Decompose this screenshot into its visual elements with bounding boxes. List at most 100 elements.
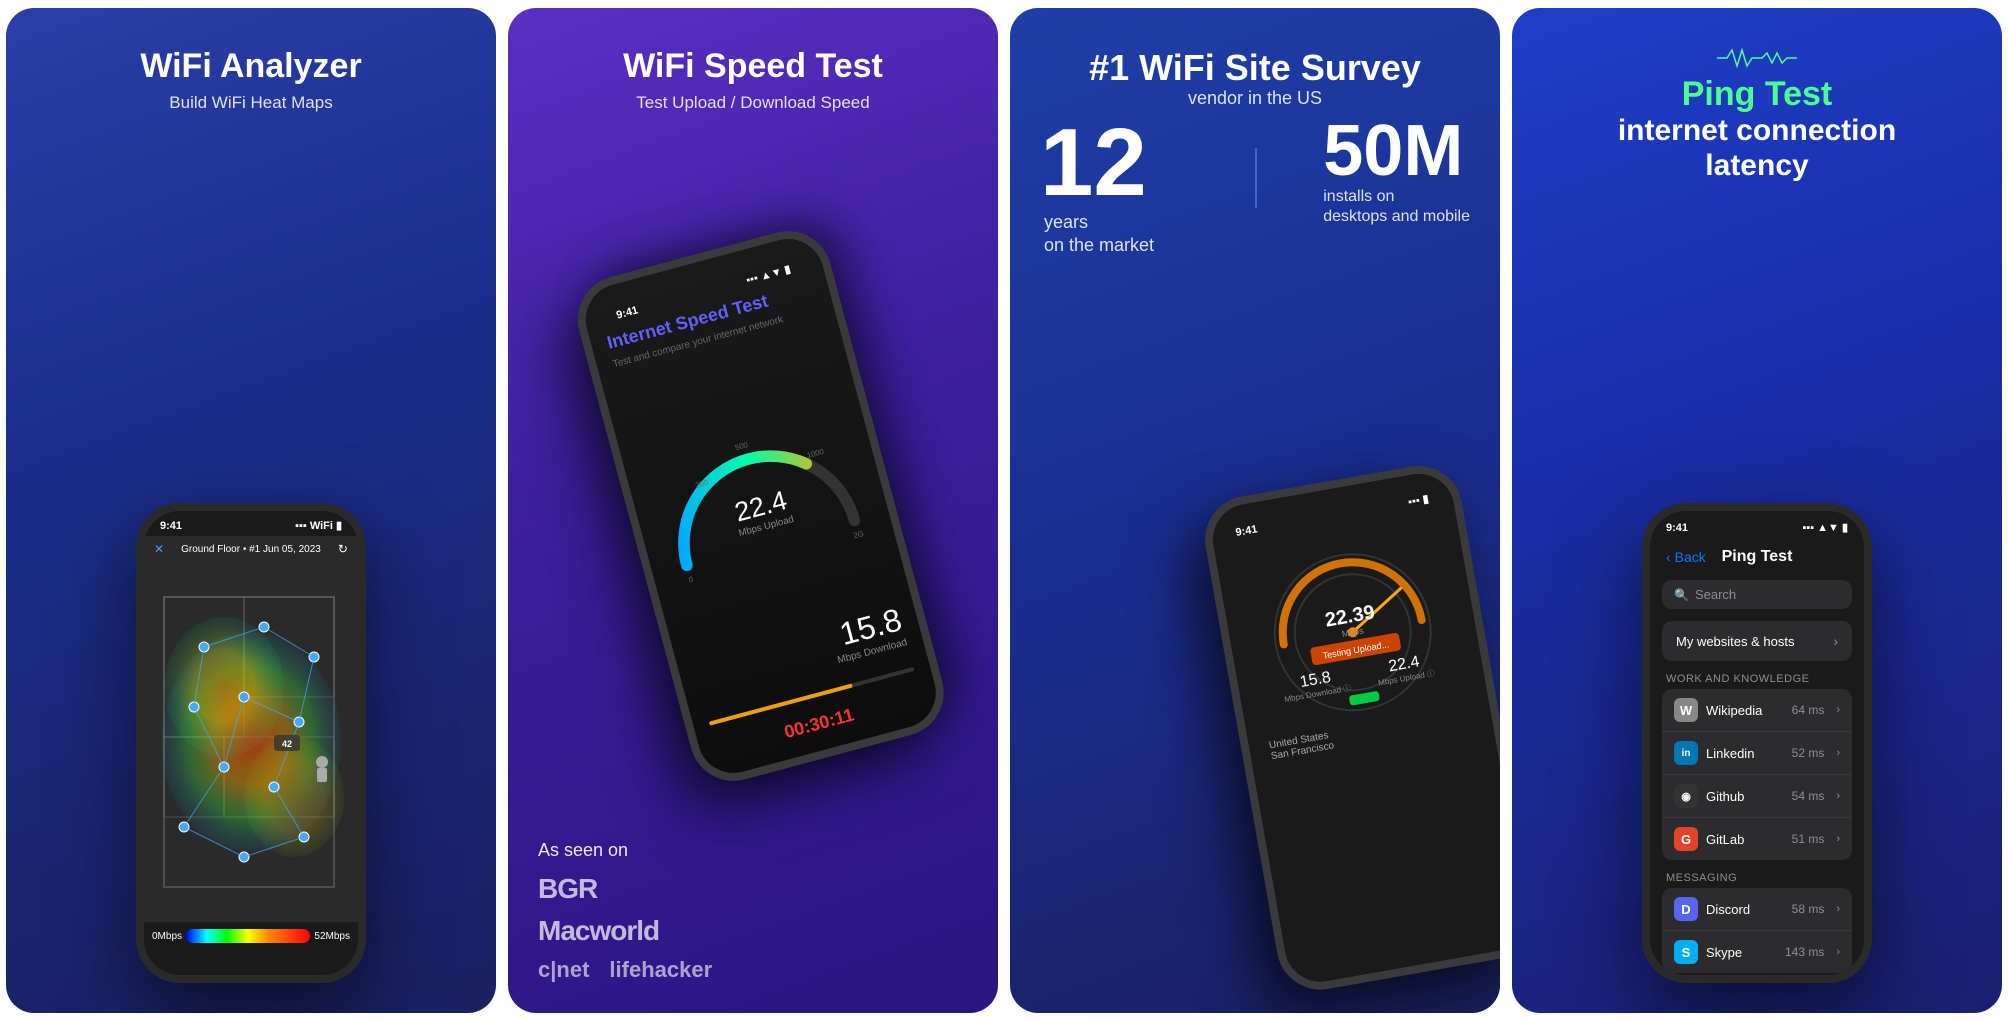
survey-gauge-svg: 22.39 Mbps Testing Upload... 22.4 Mbps U… xyxy=(1237,516,1465,728)
close-icon: ✕ xyxy=(154,542,164,556)
as-seen-on-section: As seen on BGR Macworld c|net lifehacker xyxy=(538,840,968,983)
panel3-phone: 9:41 ▪▪▪ ▮ xyxy=(1198,459,1500,997)
panel1-screen: 9:41 ▪▪▪ WiFi ▮ ✕ Ground Floor • #1 Jun … xyxy=(144,511,358,975)
press-lifehacker: lifehacker xyxy=(609,957,712,983)
skype-icon: S xyxy=(1674,940,1698,964)
refresh-icon: ↻ xyxy=(338,542,348,556)
svg-text:500: 500 xyxy=(734,440,749,452)
panel1-header-bar: ✕ Ground Floor • #1 Jun 05, 2023 ↻ xyxy=(144,536,358,562)
panel-wifi-analyzer: WiFi Analyzer Build WiFi Heat Maps 9:41 … xyxy=(6,8,496,1013)
list-item-gitlab[interactable]: G GitLab 51 ms › xyxy=(1662,818,1852,860)
panel-wifi-speed-test: WiFi Speed Test Test Upload / Download S… xyxy=(508,8,998,1013)
chevron-icon-6: › xyxy=(1836,946,1840,958)
panel1-header-text: Ground Floor • #1 Jun 05, 2023 xyxy=(181,544,321,555)
panel1-subtitle: Build WiFi Heat Maps xyxy=(169,93,332,113)
press-macworld: Macworld xyxy=(538,915,968,947)
github-ms: 54 ms xyxy=(1792,789,1825,803)
svg-text:1000: 1000 xyxy=(806,447,825,460)
panel4-title-white: internet connectionlatency xyxy=(1618,114,1896,183)
gitlab-name: GitLab xyxy=(1706,832,1784,847)
battery-icon: ▮ xyxy=(336,519,342,532)
svg-text:2G: 2G xyxy=(852,529,864,540)
back-label: Back xyxy=(1675,549,1706,565)
wikipedia-name: Wikipedia xyxy=(1706,703,1784,718)
my-websites-label: My websites & hosts xyxy=(1676,634,1795,649)
panel4-time: 9:41 xyxy=(1666,522,1688,534)
list-item-linkedin[interactable]: in Linkedin 52 ms › xyxy=(1662,732,1852,775)
panel4-phone-container: 9:41 ▪▪▪ ▲▼ ▮ ‹ Back Ping Test xyxy=(1542,203,1972,983)
ping-search-bar[interactable]: 🔍 Search xyxy=(1662,580,1852,609)
bar-label-left: 0Mbps xyxy=(152,931,182,942)
heatmap-svg: 42 xyxy=(144,562,358,922)
chevron-icon-3: › xyxy=(1836,790,1840,802)
panel2-phone-tilted-area: 9:41 ▪▪▪ ▲▼ ▮ Internet Speed Test Test a… xyxy=(538,133,968,820)
wifi-icon-2: ▲▼ xyxy=(759,265,783,282)
ping-screen: 9:41 ▪▪▪ ▲▼ ▮ ‹ Back Ping Test xyxy=(1650,511,1864,975)
signal-icon-4: ▪▪▪ xyxy=(1802,522,1814,534)
signal-icon: ▪▪▪ xyxy=(295,520,307,532)
linkedin-name: Linkedin xyxy=(1706,746,1784,761)
panel1-title: WiFi Analyzer xyxy=(140,48,361,85)
speed-gauge-svg: 22.4 Mbps Upload 0 200 500 1000 2G xyxy=(635,391,881,600)
decorative-line xyxy=(1255,148,1257,208)
signal-icon-3: ▪▪▪ xyxy=(1407,494,1421,508)
waveform-svg xyxy=(1717,48,1797,68)
battery-icon-2: ▮ xyxy=(783,262,792,276)
press-bgr: BGR xyxy=(538,873,968,905)
gitlab-ms: 51 ms xyxy=(1792,832,1825,846)
panel3-title: #1 WiFi Site Survey xyxy=(1089,48,1421,88)
discord-icon: D xyxy=(1674,897,1698,921)
stat1-desc: yearson the market xyxy=(1044,211,1154,258)
search-placeholder-text: Search xyxy=(1695,587,1736,602)
waveform-icon xyxy=(1717,48,1797,71)
stat1: 12 yearson the market xyxy=(1040,115,1154,258)
panel1-status-bar: 9:41 ▪▪▪ WiFi ▮ xyxy=(144,511,358,536)
list-item-wikipedia[interactable]: W Wikipedia 64 ms › xyxy=(1662,689,1852,732)
panel4-status-icons: ▪▪▪ ▲▼ ▮ xyxy=(1802,521,1848,534)
panel-ping-test: Ping Test internet connectionlatency 9:4… xyxy=(1512,8,2002,1013)
panel2-status-icons: ▪▪▪ ▲▼ ▮ xyxy=(745,262,792,286)
discord-ms: 58 ms xyxy=(1792,902,1825,916)
panel1-phone-container: 9:41 ▪▪▪ WiFi ▮ ✕ Ground Floor • #1 Jun … xyxy=(36,133,466,983)
svg-text:0: 0 xyxy=(688,574,694,584)
panel1-phone: 9:41 ▪▪▪ WiFi ▮ ✕ Ground Floor • #1 Jun … xyxy=(136,503,366,983)
skype-ms: 143 ms xyxy=(1785,945,1824,959)
section-label-work: WORK AND KNOWLEDGE xyxy=(1650,673,1864,685)
chevron-icon: › xyxy=(1836,704,1840,716)
bar-label-right: 52Mbps xyxy=(314,931,350,942)
list-item-discord[interactable]: D Discord 58 ms › xyxy=(1662,888,1852,931)
panel2-phone: 9:41 ▪▪▪ ▲▼ ▮ Internet Speed Test Test a… xyxy=(568,221,954,791)
survey-gauge-container: 22.39 Mbps Testing Upload... 22.4 Mbps U… xyxy=(1222,506,1481,739)
panel2-time: 9:41 xyxy=(615,304,639,321)
press-cnet: c|net xyxy=(538,957,589,983)
wikipedia-icon: W xyxy=(1674,698,1698,722)
section-label-messaging: MESSAGING xyxy=(1650,872,1864,884)
ping-list-work: W Wikipedia 64 ms › in Linkedin 52 ms › xyxy=(1662,689,1852,860)
panel3-header: #1 WiFi Site Survey vendor in the US xyxy=(1089,48,1421,109)
press-logos: BGR Macworld c|net lifehacker xyxy=(538,873,968,983)
my-websites-row[interactable]: My websites & hosts › xyxy=(1662,621,1852,661)
chevron-icon-5: › xyxy=(1836,903,1840,915)
battery-icon-3: ▮ xyxy=(1422,492,1430,506)
back-button[interactable]: ‹ Back xyxy=(1666,549,1706,565)
heatmap-area: 42 xyxy=(144,562,358,922)
stat2-desc: installs ondesktops and mobile xyxy=(1323,187,1470,229)
panel3-phone-area: 9:41 ▪▪▪ ▮ xyxy=(1040,277,1470,983)
github-name: Github xyxy=(1706,789,1784,804)
panel4-title-green: Ping Test xyxy=(1682,75,1833,114)
linkedin-icon: in xyxy=(1674,741,1698,765)
gradient-bar xyxy=(186,929,310,943)
panel2-subtitle: Test Upload / Download Speed xyxy=(636,93,869,113)
press-row: c|net lifehacker xyxy=(538,957,968,983)
wifi-icon: WiFi xyxy=(310,520,333,532)
panel3-time: 9:41 xyxy=(1235,523,1259,539)
stat1-number: 12 xyxy=(1040,115,1154,211)
panel-wifi-site-survey: #1 WiFi Site Survey vendor in the US 12 … xyxy=(1010,8,1500,1013)
wikipedia-ms: 64 ms xyxy=(1792,703,1825,717)
panel3-vendor: vendor in the US xyxy=(1089,88,1421,109)
as-seen-label: As seen on xyxy=(538,840,968,861)
list-item-github[interactable]: ◉ Github 54 ms › xyxy=(1662,775,1852,818)
gauge-area: 22.4 Mbps Upload 0 200 500 1000 2G xyxy=(618,327,899,666)
list-item-skype[interactable]: S Skype 143 ms › xyxy=(1662,931,1852,973)
stat2: 50M installs ondesktops and mobile xyxy=(1323,115,1470,229)
